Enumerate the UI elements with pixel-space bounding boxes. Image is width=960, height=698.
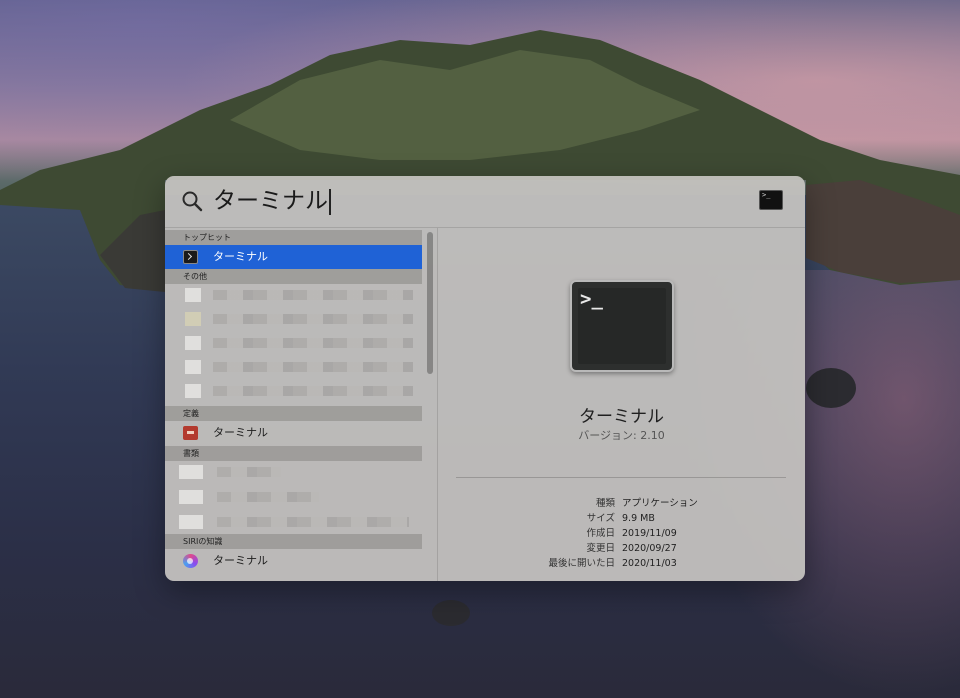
blurred-document-text (217, 467, 281, 477)
terminal-icon-prompt: >_ (580, 288, 603, 310)
blurred-result-text (213, 362, 413, 372)
wallpaper-rock (806, 368, 856, 408)
result-row-terminal-top-hit[interactable]: ターミナル (165, 245, 422, 269)
app-name: ターミナル (579, 407, 664, 427)
result-row-terminal-siri[interactable]: ターミナル (165, 549, 422, 573)
blurred-file-icon (185, 360, 201, 374)
blurred-document-text (217, 492, 319, 502)
results-list: トップヒット ターミナル その他 定義 ターミナル 書類 SIRIの知識 ターミ… (165, 228, 438, 581)
blurred-result-text (213, 338, 413, 348)
metadata-key: 作成日 (586, 528, 615, 539)
search-icon (182, 191, 203, 212)
section-header-definition: 定義 (165, 406, 422, 421)
blurred-result-text (213, 314, 413, 324)
terminal-icon (183, 250, 198, 264)
metadata-value: アプリケーション (622, 498, 698, 509)
blurred-file-icon (185, 384, 201, 398)
section-header-siri: SIRIの知識 (165, 534, 422, 549)
metadata-key: 変更日 (586, 543, 615, 554)
section-header-documents: 書類 (165, 446, 422, 461)
result-row-terminal-definition[interactable]: ターミナル (165, 421, 422, 445)
metadata-row-kind: 種類 アプリケーション (438, 496, 805, 511)
blurred-result-text (213, 386, 413, 396)
section-header-other: その他 (165, 269, 422, 284)
blurred-document-icon (179, 490, 203, 504)
search-query: ターミナル (213, 188, 328, 214)
blurred-document-icon (179, 465, 203, 479)
blurred-file-icon (185, 312, 201, 326)
app-version: バージョン: 2.10 (578, 429, 665, 442)
metadata-value: 2020/11/03 (622, 558, 677, 569)
metadata-row-modified: 変更日 2020/09/27 (438, 541, 805, 556)
metadata-value: 2019/11/09 (622, 528, 677, 539)
dictionary-icon (183, 426, 198, 440)
terminal-mini-prompt: >_ (762, 191, 771, 199)
blurred-document-icon (179, 515, 203, 529)
result-label: ターミナル (213, 250, 268, 263)
spotlight-window: ターミナル >_ トップヒット ターミナル その他 定義 ターミナル 書類 SI… (165, 176, 805, 581)
siri-icon (183, 554, 198, 568)
terminal-app-icon: >_ (759, 190, 783, 210)
metadata-row-size: サイズ 9.9 MB (438, 511, 805, 526)
result-label: ターミナル (213, 554, 268, 567)
result-label: ターミナル (213, 426, 268, 439)
metadata-key: 最後に開いた日 (548, 558, 615, 569)
preview-pane: >_ ターミナル バージョン: 2.10 種類 アプリケーション サイズ 9.9… (438, 228, 805, 581)
search-bar[interactable]: ターミナル >_ (165, 176, 805, 228)
metadata-value: 9.9 MB (622, 513, 655, 524)
text-caret (329, 188, 331, 215)
metadata-row-last-opened: 最後に開いた日 2020/11/03 (438, 556, 805, 571)
metadata-value: 2020/09/27 (622, 543, 677, 554)
results-scrollbar[interactable] (427, 232, 433, 374)
wallpaper-rock (432, 600, 470, 626)
blurred-document-text (217, 517, 409, 527)
blurred-file-icon (185, 288, 201, 302)
blurred-result-text (213, 290, 413, 300)
blurred-file-icon (185, 336, 201, 350)
search-input[interactable]: ターミナル (213, 186, 331, 216)
preview-divider (456, 477, 786, 478)
metadata-key: サイズ (586, 513, 615, 524)
metadata-key: 種類 (595, 498, 615, 509)
section-header-top-hit: トップヒット (165, 230, 422, 245)
terminal-large-icon: >_ (570, 280, 674, 372)
metadata-row-created: 作成日 2019/11/09 (438, 526, 805, 541)
